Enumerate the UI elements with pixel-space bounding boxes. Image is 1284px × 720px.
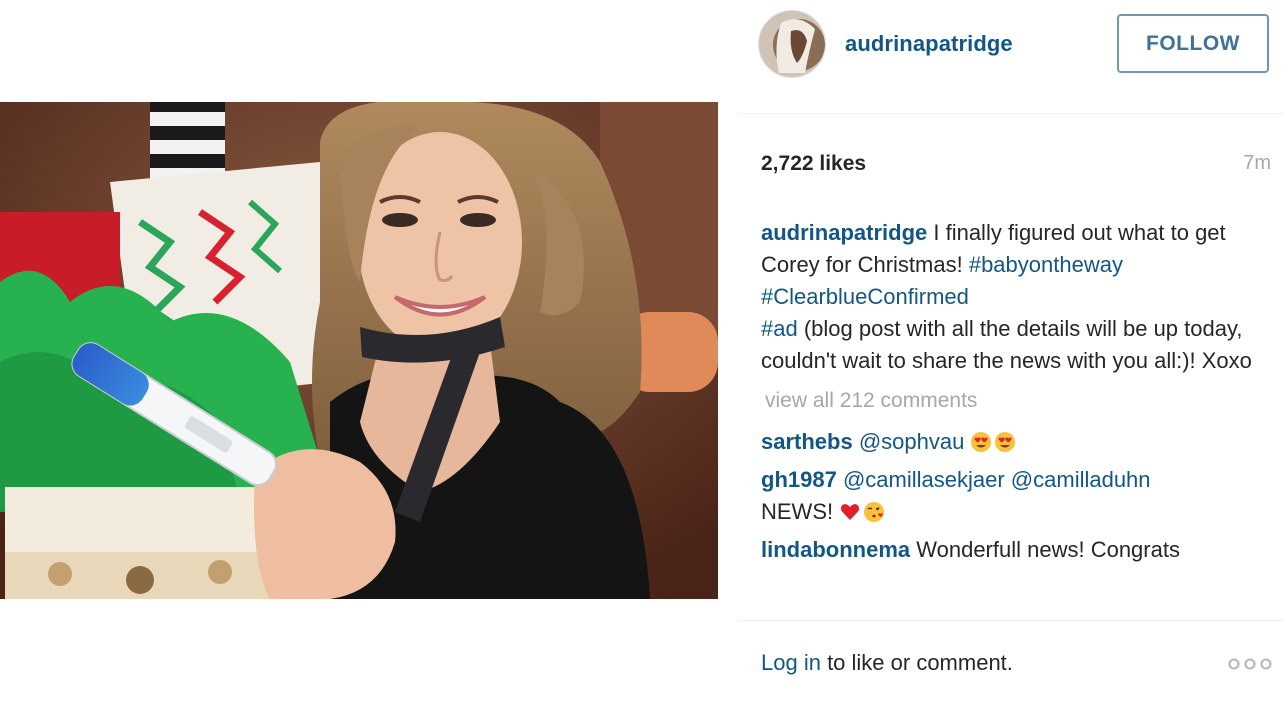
red-heart-icon (841, 504, 860, 520)
comments-section: audrinapatridge I finally figured out wh… (761, 217, 1261, 602)
kiss-face-icon (864, 502, 885, 522)
more-options-button[interactable] (1227, 654, 1273, 674)
caption-text-continued: (blog post with all the details will be … (761, 316, 1252, 373)
hashtag-link[interactable]: #ClearblueConfirmed (761, 284, 969, 309)
comment-mention[interactable]: @camilladuhn (1011, 467, 1151, 492)
view-all-comments-link[interactable]: view all 212 comments (765, 386, 1261, 416)
comment-item: lindabonnema Wonderfull news! Congrats (761, 534, 1261, 566)
post-author-username[interactable]: audrinapatridge (845, 31, 1013, 57)
post-time[interactable]: 7m (1243, 152, 1271, 175)
comment-mention[interactable]: @sophvau (859, 429, 965, 454)
comment-item: gh1987 @camillasekjaer @camilladuhn NEWS… (761, 464, 1261, 528)
post-header: audrinapatridge FOLLOW (738, 0, 1284, 86)
comment-username[interactable]: gh1987 (761, 467, 837, 492)
more-options-icon (1228, 658, 1272, 670)
heart-eyes-icon (971, 432, 992, 452)
hashtag-link[interactable]: #babyontheway (969, 252, 1123, 277)
login-link[interactable]: Log in (761, 650, 821, 675)
caption-username[interactable]: audrinapatridge (761, 220, 927, 245)
comment-text: NEWS! (761, 499, 834, 524)
footer-divider (738, 620, 1284, 621)
comment-text: Wonderfull news! Congrats (916, 537, 1180, 562)
post-footer: Log in to like or comment. (761, 650, 1273, 680)
post-photo[interactable] (0, 102, 718, 599)
login-prompt-text: to like or comment. (820, 650, 1013, 675)
post-sidebar: audrinapatridge FOLLOW 2,722 likes 7m au… (738, 0, 1284, 720)
hashtag-link[interactable]: #ad (761, 316, 798, 341)
likes-count[interactable]: 2,722 likes (761, 152, 866, 176)
comment-username[interactable]: lindabonnema (761, 537, 910, 562)
comment-mention[interactable]: @camillasekjaer (843, 467, 1005, 492)
header-divider (738, 113, 1284, 114)
post-stats: 2,722 likes 7m (761, 152, 1271, 180)
comment-username[interactable]: sarthebs (761, 429, 853, 454)
avatar[interactable] (758, 10, 826, 78)
heart-eyes-icon (995, 432, 1016, 452)
avatar-image (759, 11, 825, 77)
comment-item: sarthebs @sophvau (761, 426, 1261, 458)
caption: audrinapatridge I finally figured out wh… (761, 217, 1261, 377)
follow-button[interactable]: FOLLOW (1117, 14, 1269, 73)
post-image (0, 102, 718, 599)
